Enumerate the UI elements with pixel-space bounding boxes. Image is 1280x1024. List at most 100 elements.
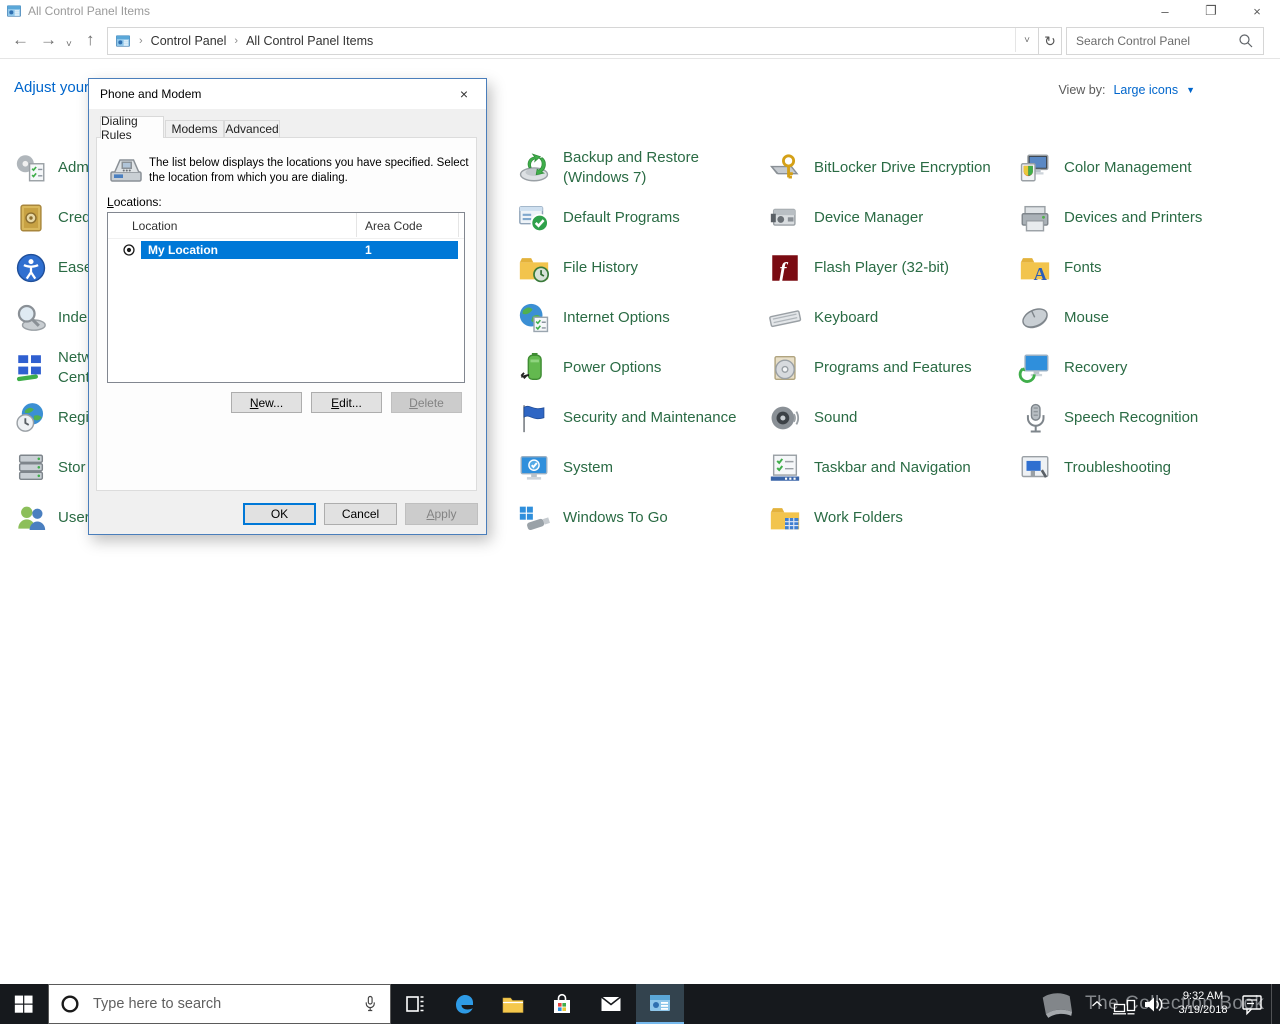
new-button[interactable]: New... [231, 392, 302, 413]
action-center-icon[interactable] [1240, 992, 1264, 1016]
control-panel-item[interactable]: BitLocker Drive Encryption [768, 143, 1012, 193]
item-label: Regi [58, 408, 89, 426]
edit-button[interactable]: Edit... [311, 392, 382, 413]
close-button[interactable]: × [1234, 0, 1280, 22]
column-header-location[interactable]: Location [132, 219, 177, 233]
item-icon [14, 151, 48, 185]
back-button[interactable]: ← [12, 28, 29, 52]
control-panel-window-icon [6, 3, 22, 19]
show-desktop-button[interactable] [1271, 984, 1280, 1024]
control-panel-item[interactable]: Sound [768, 393, 1012, 443]
minimize-button[interactable]: – [1142, 0, 1188, 22]
control-panel-item[interactable]: Internet Options [517, 293, 761, 343]
cortana-icon [59, 993, 81, 1015]
item-icon [517, 251, 551, 285]
maximize-button[interactable]: ❐ [1188, 0, 1234, 22]
control-panel-item[interactable]: Admi [14, 143, 90, 193]
dialog-tab[interactable]: Modems [165, 120, 224, 138]
cancel-button[interactable]: Cancel [324, 503, 397, 525]
control-panel-item[interactable]: User [14, 493, 90, 543]
clock-date: 3/19/2018 [1178, 1004, 1228, 1016]
control-panel-item[interactable]: Devices and Printers [1018, 193, 1268, 243]
control-panel-item[interactable]: Regi [14, 393, 90, 443]
delete-button: Delete [391, 392, 462, 413]
control-panel-item[interactable]: Netw Cent [14, 343, 90, 393]
control-panel-item[interactable]: System [517, 443, 761, 493]
column-header-area-code[interactable]: Area Code [365, 219, 422, 233]
locations-list[interactable]: Location Area Code My Location 1 [107, 212, 465, 383]
item-icon [517, 301, 551, 335]
control-panel-item[interactable]: File History [517, 243, 761, 293]
control-panel-item[interactable]: Recovery [1018, 343, 1268, 393]
dialog-description: The list below displays the locations yo… [149, 157, 469, 185]
search-placeholder: Search Control Panel [1076, 34, 1191, 48]
control-panel-item[interactable]: Security and Maintenance [517, 393, 761, 443]
view-by-value[interactable]: Large icons [1113, 83, 1178, 97]
breadcrumb-control-panel[interactable]: Control Panel [151, 34, 227, 48]
control-panel-item[interactable]: f Flash Player (32-bit) [768, 243, 1012, 293]
breadcrumb-all-items[interactable]: All Control Panel Items [246, 34, 373, 48]
items-column-3: Backup and Restore (Windows 7) Default P… [517, 143, 761, 543]
control-panel-item[interactable]: Inde [14, 293, 90, 343]
phone-and-modem-dialog: Phone and Modem × Dialing Rules Modems Adv… [88, 78, 487, 535]
control-panel-item[interactable]: Ease [14, 243, 90, 293]
taskbar-app-button[interactable] [489, 984, 537, 1024]
locations-label: Locations: [107, 195, 162, 209]
start-button[interactable] [0, 984, 48, 1024]
control-panel-item[interactable]: Work Folders [768, 493, 1012, 543]
microphone-icon[interactable] [360, 994, 380, 1014]
dialog-close-icon[interactable]: × [452, 84, 476, 104]
control-panel-item[interactable]: Device Manager [768, 193, 1012, 243]
control-panel-item[interactable]: Mouse [1018, 293, 1268, 343]
taskbar-app-button[interactable] [587, 984, 635, 1024]
item-label: Taskbar and Navigation [814, 458, 971, 476]
view-by-caret-icon[interactable]: ▼ [1186, 85, 1195, 95]
control-panel-item[interactable]: Backup and Restore (Windows 7) [517, 143, 761, 193]
item-icon [517, 351, 551, 385]
control-panel-item[interactable]: Taskbar and Navigation [768, 443, 1012, 493]
taskbar-search-box[interactable]: Type here to search [48, 984, 391, 1024]
ok-button[interactable]: OK [243, 503, 316, 525]
item-icon [517, 501, 551, 535]
item-icon [14, 401, 48, 435]
taskbar-clock[interactable]: 9:32 AM 3/19/2018 [1172, 990, 1234, 1018]
control-panel-item[interactable]: Color Management [1018, 143, 1268, 193]
address-dropdown-caret[interactable]: ˅ [1015, 28, 1038, 52]
control-panel-item[interactable]: Power Options [517, 343, 761, 393]
control-panel-item[interactable]: Programs and Features [768, 343, 1012, 393]
taskbar-app-button[interactable] [391, 984, 439, 1024]
control-panel-item[interactable]: Stor [14, 443, 90, 493]
location-cell: My Location [148, 243, 219, 257]
refresh-button[interactable]: ↻ [1039, 27, 1062, 55]
taskbar-app-button[interactable] [538, 984, 586, 1024]
control-panel-item[interactable]: Default Programs [517, 193, 761, 243]
location-row-selected[interactable]: My Location 1 [108, 241, 464, 259]
address-bar[interactable]: › Control Panel › All Control Panel Item… [107, 27, 1039, 55]
item-label: Keyboard [814, 308, 879, 326]
item-label: Ease [58, 258, 90, 276]
hidden-icons-chevron-icon[interactable] [1088, 995, 1106, 1013]
recent-pages-caret[interactable]: ˅ [66, 33, 72, 57]
control-panel-item[interactable]: A Fonts [1018, 243, 1268, 293]
column-divider[interactable] [458, 213, 459, 237]
forward-button[interactable]: → [40, 28, 57, 52]
control-panel-item[interactable]: Speech Recognition [1018, 393, 1268, 443]
dialog-tab[interactable]: Advanced [224, 120, 280, 138]
search-box[interactable]: Search Control Panel [1066, 27, 1264, 55]
dialog-tab[interactable]: Dialing Rules [100, 114, 164, 142]
item-icon [1018, 151, 1052, 185]
item-icon [768, 151, 802, 185]
control-panel-item[interactable]: Keyboard [768, 293, 1012, 343]
item-icon [14, 451, 48, 485]
taskbar-app-button[interactable] [440, 984, 488, 1024]
column-divider[interactable] [356, 213, 357, 237]
up-button[interactable]: ↑ [86, 28, 95, 52]
network-icon[interactable] [1112, 992, 1136, 1016]
volume-icon[interactable] [1142, 992, 1166, 1016]
control-panel-item[interactable]: Windows To Go [517, 493, 761, 543]
control-panel-item[interactable]: Cred [14, 193, 90, 243]
taskbar-app-button[interactable] [636, 984, 684, 1024]
control-panel-item[interactable]: Troubleshooting [1018, 443, 1268, 493]
list-header: Location Area Code [108, 213, 464, 239]
radio-selected-icon[interactable] [122, 243, 136, 257]
